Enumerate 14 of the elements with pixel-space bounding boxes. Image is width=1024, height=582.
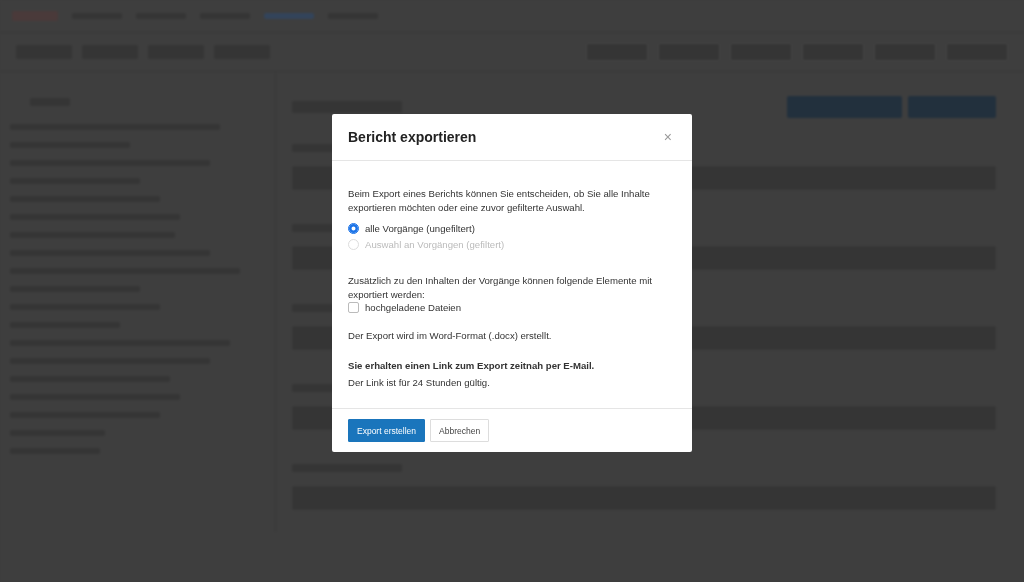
- email-note: Sie erhalten einen Link zum Export zeitnah per E-Mail.: [348, 359, 596, 373]
- validity-note: Der Link ist für 24 Stunden gültig.: [348, 376, 491, 390]
- cancel-button[interactable]: Abbrechen: [430, 419, 490, 442]
- extras-text: Zusätzlich zu den Inhalten der Vorgänge können folgende Elemente mit exportiert werden:: [348, 274, 653, 302]
- intro-text: Beim Export eines Berichts können Sie entscheiden, ob Sie alle Inhalte exportieren möchten oder eine zuvor gefilterte Auswahl.: [348, 187, 651, 215]
- radio-label: Auswahl an Vorgängen (gefiltert): [365, 239, 505, 250]
- radio-button[interactable]: [348, 223, 359, 234]
- checkbox[interactable]: [348, 302, 359, 313]
- checkbox-label: hochgeladene Dateien: [365, 302, 462, 313]
- format-note: Der Export wird im Word-Format (.docx) erstellt.: [348, 329, 553, 343]
- close-button[interactable]: ×: [659, 129, 676, 145]
- dialog-title: Bericht exportieren: [348, 129, 477, 145]
- radio-label: alle Vorgänge (ungefiltert): [365, 223, 475, 234]
- export-button[interactable]: Export erstellen: [348, 419, 426, 442]
